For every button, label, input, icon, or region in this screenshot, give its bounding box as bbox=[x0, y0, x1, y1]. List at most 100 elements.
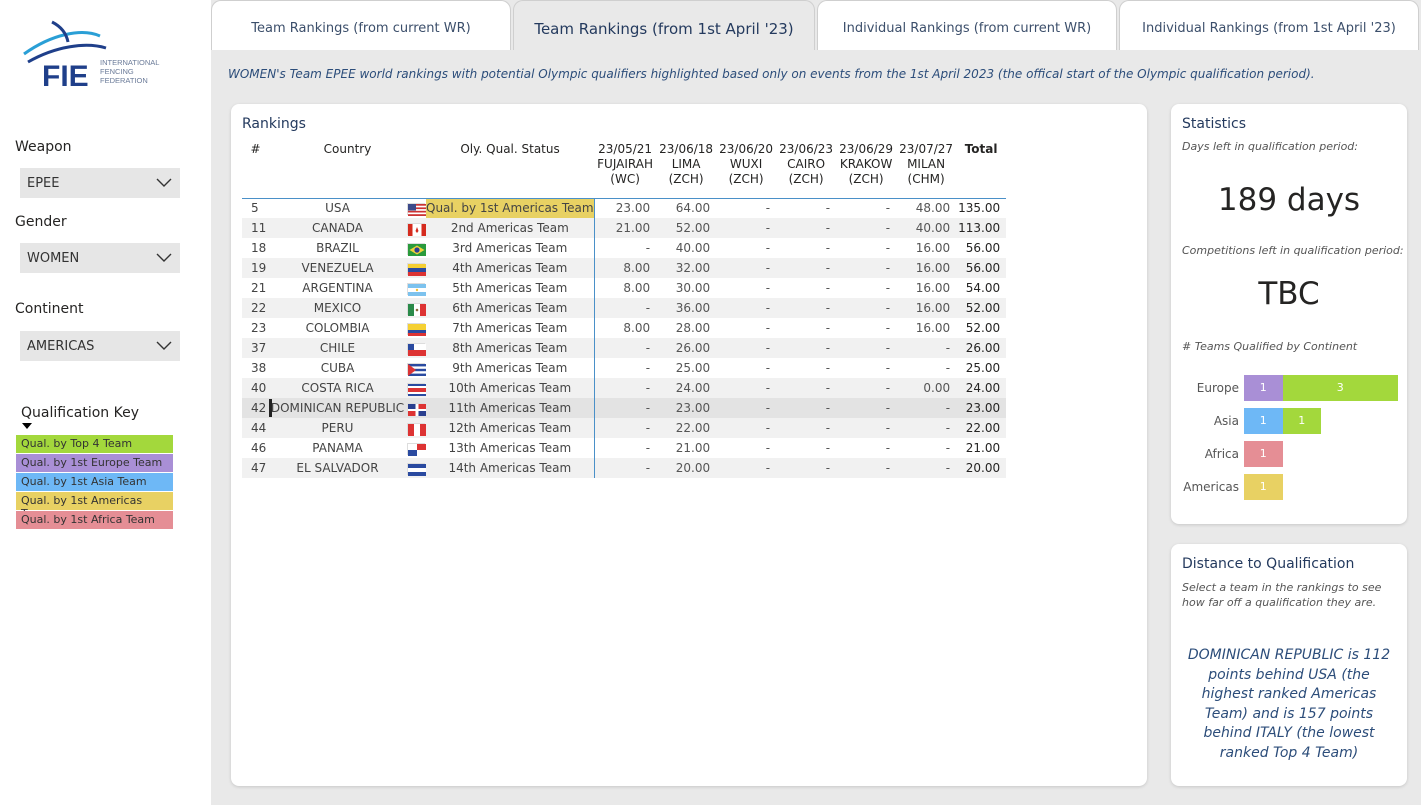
status-cell: 14th Americas Team bbox=[426, 458, 595, 478]
rank-cell: 11 bbox=[242, 218, 269, 238]
country-cell: BRAZIL bbox=[316, 241, 359, 255]
continent-bar[interactable]: 1 bbox=[1244, 474, 1283, 500]
continent-bar[interactable]: 1 bbox=[1282, 408, 1321, 434]
score-cell: - bbox=[776, 458, 837, 478]
score-cell: - bbox=[765, 201, 771, 216]
total-cell: 20.00 bbox=[956, 458, 1007, 478]
table-row[interactable]: 19 VENEZUELA 4th Americas Team 8.00 32.00- - -… bbox=[242, 258, 1007, 278]
country-cell: COLOMBIA bbox=[305, 321, 370, 335]
total-cell: 52.00 bbox=[956, 298, 1007, 318]
rank-cell: 19 bbox=[242, 258, 269, 278]
table-row[interactable]: 44 PERU 12th Americas Team -22.00- - - -22.00 bbox=[242, 418, 1007, 438]
flag-icon bbox=[406, 378, 426, 398]
score-cell: - bbox=[716, 258, 777, 278]
rank-cell: 22 bbox=[242, 298, 269, 318]
total-cell: 135.00 bbox=[958, 201, 1001, 216]
table-row[interactable]: 5 USA Qual. by 1st Americas Team 23.00 64.00… bbox=[242, 198, 1006, 218]
score-cell: - bbox=[836, 398, 897, 418]
qual-key-item: Qual. by Top 4 Team bbox=[16, 435, 173, 453]
score-cell: 20.00 bbox=[656, 458, 717, 478]
rank-cell: 5 bbox=[251, 201, 259, 216]
country-cell: USA bbox=[325, 201, 350, 216]
total-cell: 56.00 bbox=[956, 258, 1007, 278]
table-row[interactable]: 23 COLOMBIA 7th Americas Team 8.00 28.00 - - - 1… bbox=[242, 318, 1006, 338]
qual-key-item: Qual. by 1st Africa Team bbox=[16, 511, 173, 529]
score-cell: - bbox=[885, 241, 891, 255]
table-row[interactable]: 18 BRAZIL 3rd Americas Team - 40.00 - - - 16.00 5… bbox=[242, 238, 1006, 258]
fie-logo: FIE INTERNATIONAL FENCING FEDERATION bbox=[22, 14, 182, 94]
total-cell: 23.00 bbox=[956, 398, 1007, 418]
competitions-left-label: Competitions left in qualification perio… bbox=[1182, 244, 1404, 257]
gender-dropdown[interactable]: WOMEN bbox=[20, 243, 180, 273]
flag-icon bbox=[406, 418, 426, 438]
status-cell: Qual. by 1st Americas Team bbox=[426, 198, 595, 218]
table-row[interactable]: 47 EL SALVADOR 14th Americas Team -20.00- - -… bbox=[242, 458, 1007, 478]
score-cell: 16.00 bbox=[896, 258, 957, 278]
tab-individual-rankings-april[interactable]: Individual Rankings (from 1st April '23) bbox=[1119, 0, 1419, 50]
score-cell: 32.00 bbox=[656, 258, 717, 278]
qual-key-item: Qual. by 1st Europe Team bbox=[16, 454, 173, 472]
rank-cell: 37 bbox=[242, 338, 269, 358]
tab-individual-rankings-current[interactable]: Individual Rankings (from current WR) bbox=[817, 0, 1117, 50]
col-country[interactable]: Country bbox=[269, 142, 426, 199]
table-row[interactable]: 38 CUBA 9th Americas Team -25.00- - - -25.00 bbox=[242, 358, 1006, 378]
score-cell: - bbox=[593, 438, 657, 458]
table-row[interactable]: 46 PANAMA 13th Americas Team -21.00- - - -21.0… bbox=[242, 438, 1006, 458]
weapon-dropdown[interactable]: EPEE bbox=[20, 168, 180, 198]
caret-down-icon[interactable] bbox=[22, 423, 32, 429]
country-cell: PANAMA bbox=[312, 441, 363, 455]
col-rank[interactable]: # bbox=[242, 142, 269, 199]
tab-team-rankings-april[interactable]: Team Rankings (from 1st April '23) bbox=[513, 0, 815, 50]
rank-cell: 47 bbox=[242, 458, 269, 478]
status-cell: 2nd Americas Team bbox=[426, 218, 595, 238]
col-total[interactable]: Total bbox=[956, 142, 1007, 199]
col-event[interactable]: 23/06/20 WUXI (ZCH) bbox=[716, 142, 777, 199]
score-cell: - bbox=[825, 361, 831, 375]
gender-value: WOMEN bbox=[27, 251, 80, 266]
col-event[interactable]: 23/06/23 CAIRO (ZCH) bbox=[776, 142, 837, 199]
continent-dropdown[interactable]: AMERICAS bbox=[20, 331, 180, 361]
score-cell: - bbox=[896, 418, 957, 438]
table-row[interactable]: 42 DOMINICAN REPUBLIC 11th Americas Team -2… bbox=[242, 398, 1007, 418]
svg-text:FEDERATION: FEDERATION bbox=[100, 76, 148, 85]
continent-bar[interactable]: 3 bbox=[1282, 375, 1398, 401]
total-cell: 56.00 bbox=[965, 241, 1001, 255]
rank-cell: 18 bbox=[251, 241, 267, 255]
country-cell: PERU bbox=[269, 418, 406, 438]
table-row[interactable]: 22 MEXICO 6th Americas Team -36.00- - -16.00 5… bbox=[242, 298, 1007, 318]
distance-hint: Select a team in the rankings to see how… bbox=[1182, 581, 1382, 609]
table-row[interactable]: 11 CANADA 2nd Americas Team 21.00 52.00- - -40… bbox=[242, 218, 1007, 238]
col-event[interactable]: 23/06/18 LIMA (ZCH) bbox=[656, 142, 717, 199]
score-cell: - bbox=[716, 398, 777, 418]
col-event[interactable]: 23/07/27 MILAN (CHM) bbox=[896, 142, 957, 199]
statistics-title: Statistics bbox=[1182, 116, 1246, 132]
col-event[interactable]: 23/06/29 KRAKOW (ZCH) bbox=[836, 142, 897, 199]
score-cell: 23.00 bbox=[656, 398, 717, 418]
continent-bar[interactable]: 1 bbox=[1244, 408, 1283, 434]
score-cell: - bbox=[885, 361, 891, 375]
table-row[interactable]: 40 COSTA RICA 10th Americas Team -24.00- - -0… bbox=[242, 378, 1007, 398]
col-status[interactable]: Oly. Qual. Status bbox=[426, 142, 595, 199]
continent-bar[interactable]: 1 bbox=[1244, 441, 1283, 467]
total-cell: 21.00 bbox=[965, 441, 1001, 455]
score-cell: - bbox=[776, 378, 837, 398]
status-cell: 8th Americas Team bbox=[426, 338, 595, 358]
chevron-down-icon bbox=[156, 341, 172, 350]
status-cell: 9th Americas Team bbox=[452, 361, 568, 375]
score-cell: - bbox=[836, 458, 897, 478]
status-cell: 5th Americas Team bbox=[452, 281, 568, 295]
score-cell: 16.00 bbox=[915, 241, 951, 255]
score-cell: - bbox=[885, 321, 891, 335]
total-cell: 113.00 bbox=[956, 218, 1007, 238]
table-row[interactable]: 21 ARGENTINA 5th Americas Team 8.00 30.00 - - -… bbox=[242, 278, 1006, 298]
col-event[interactable]: 23/05/21 FUJAIRAH (WC) bbox=[594, 142, 657, 199]
chevron-down-icon bbox=[156, 178, 172, 187]
tab-team-rankings-current[interactable]: Team Rankings (from current WR) bbox=[211, 0, 511, 50]
continent-bar[interactable]: 1 bbox=[1244, 375, 1283, 401]
weapon-value: EPEE bbox=[27, 176, 60, 191]
rank-cell: 46 bbox=[251, 441, 267, 455]
table-row[interactable]: 37 CHILE 8th Americas Team -26.00- - - -26.00 bbox=[242, 338, 1007, 358]
score-cell: - bbox=[836, 218, 897, 238]
continent-value: AMERICAS bbox=[27, 339, 95, 354]
flag-icon bbox=[406, 338, 426, 358]
